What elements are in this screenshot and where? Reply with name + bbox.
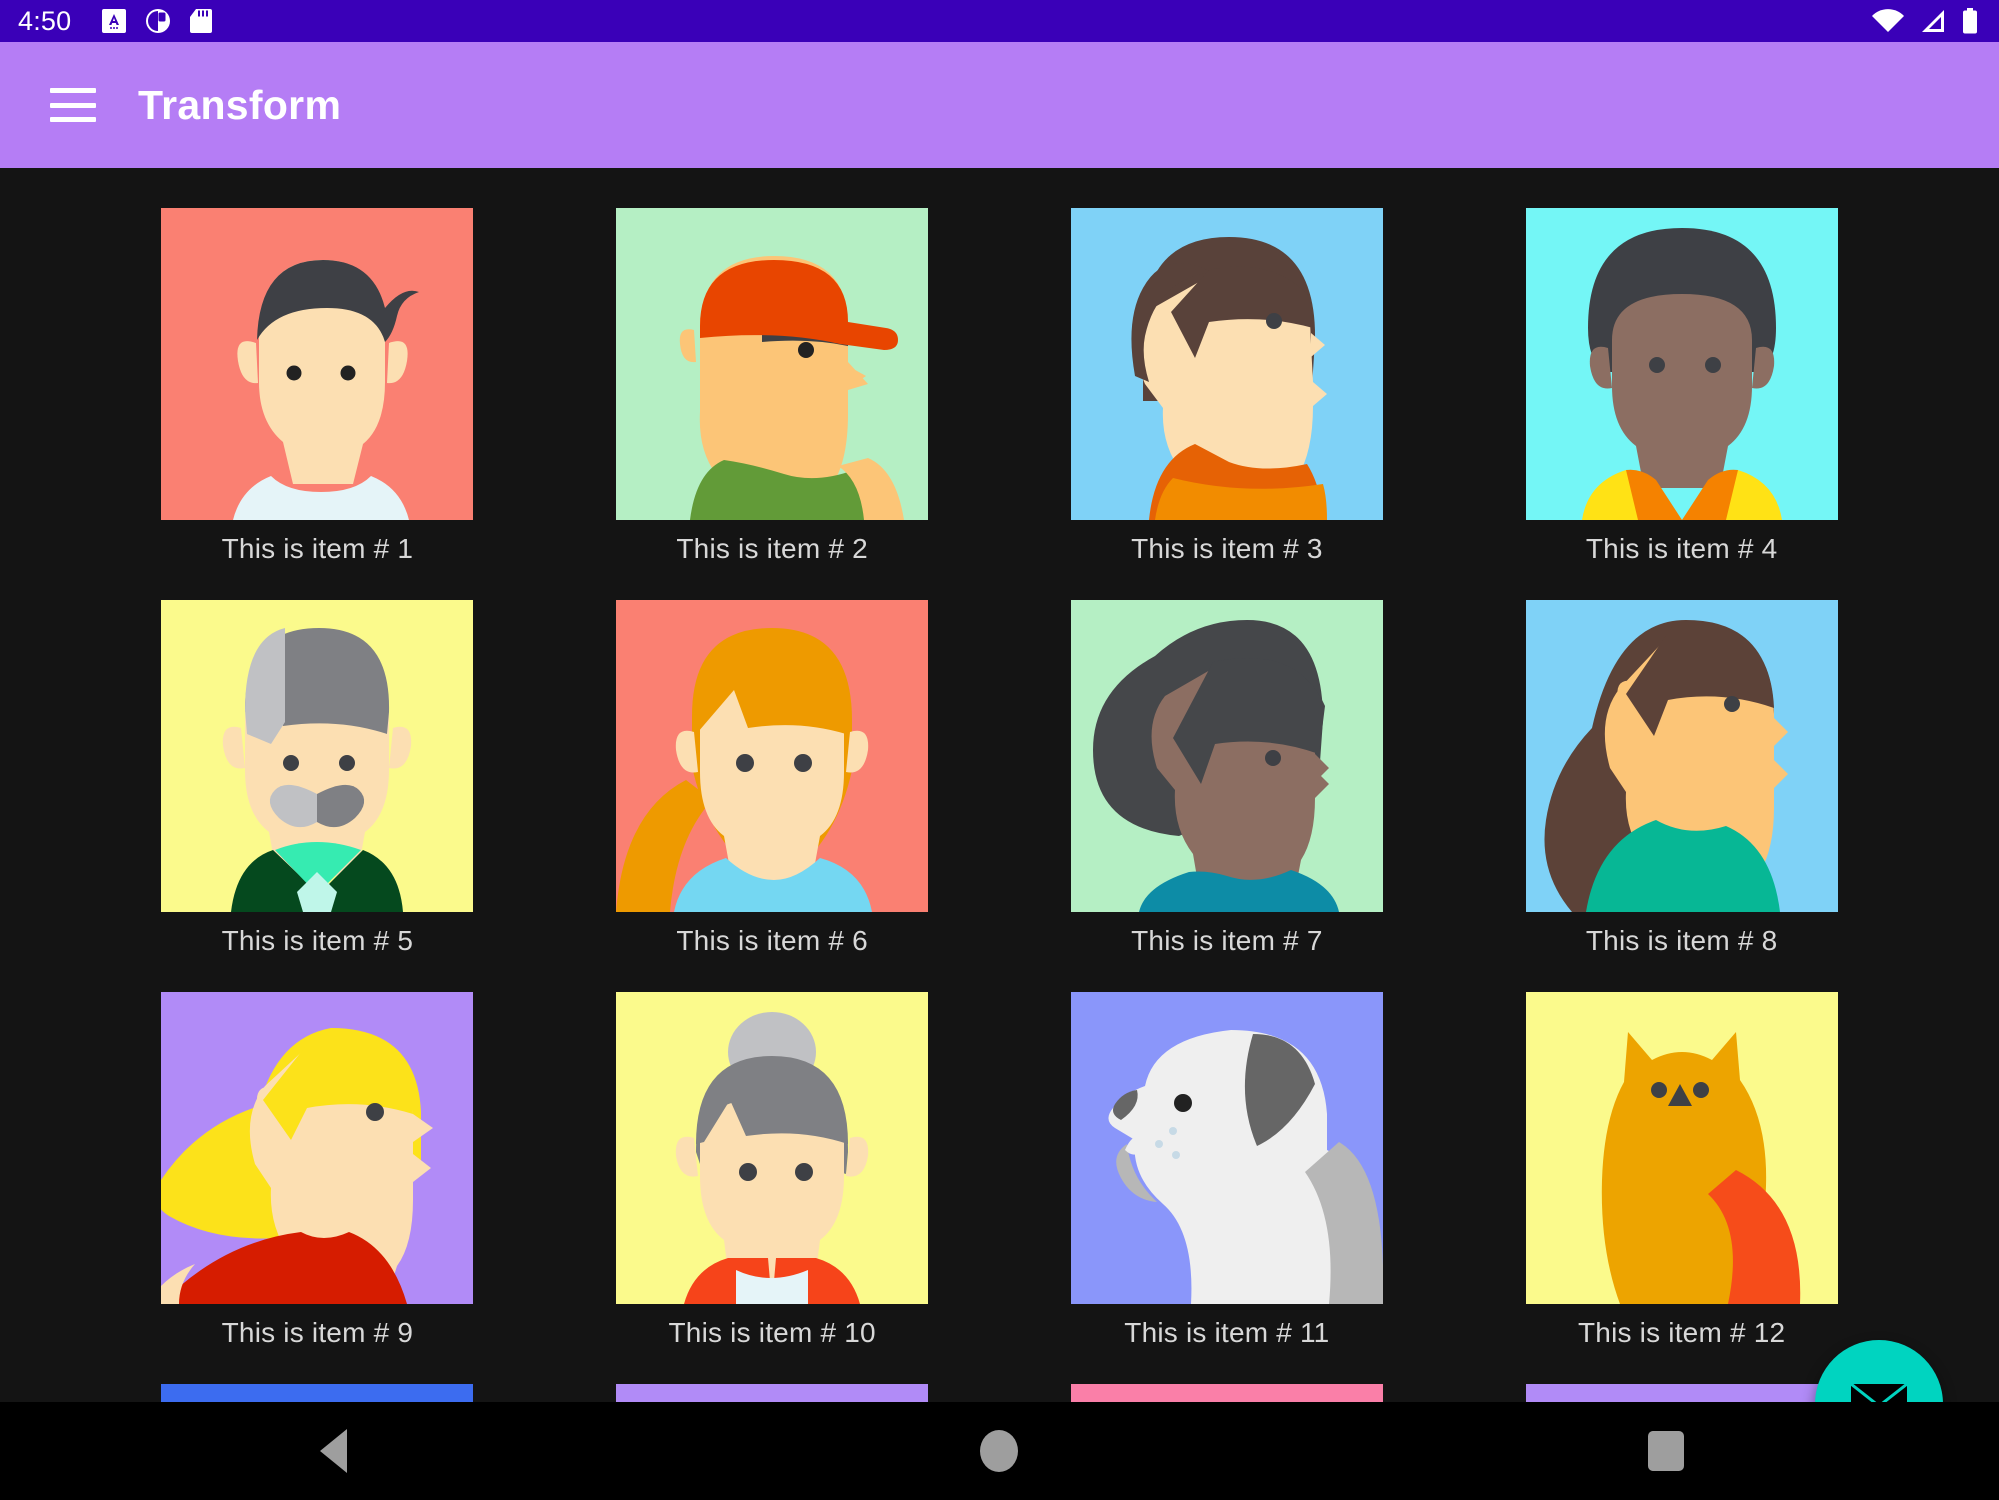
- grid-item-caption: This is item # 12: [1578, 1317, 1786, 1348]
- grid-item-caption: This is item # 3: [1131, 533, 1323, 564]
- avatar-orange-owl[interactable]: [1525, 992, 1838, 1304]
- grid-item[interactable]: This is item # 2: [545, 208, 1000, 565]
- wifi-icon: [1872, 9, 1904, 32]
- page-title: Transform: [138, 81, 342, 128]
- grid-item-caption: This is item # 6: [676, 925, 868, 956]
- avatar-partial-row-pink[interactable]: [1070, 1384, 1383, 1402]
- avatar-grid-scroll-container[interactable]: This is item # 1 This is item # 2 This i…: [0, 168, 1999, 1402]
- brightness-icon: [146, 9, 171, 33]
- status-notification-icons: [101, 8, 213, 34]
- status-system-icons: [1871, 7, 1979, 35]
- back-button[interactable]: [243, 1402, 423, 1500]
- avatar-woman-dark-afro-profile[interactable]: [1070, 600, 1383, 912]
- grid-item[interactable]: This is item # 7: [1000, 600, 1455, 957]
- grid-item[interactable]: This is item # 12: [1454, 992, 1909, 1349]
- avatar-woman-blonde-red-top[interactable]: [161, 992, 474, 1304]
- sd-card-icon: [190, 9, 213, 33]
- cell-signal-icon: [1922, 10, 1944, 32]
- circle-icon: [980, 1430, 1019, 1472]
- avatar-white-dog[interactable]: [1070, 992, 1383, 1304]
- avatar-partial-row-purple[interactable]: [616, 1384, 929, 1402]
- grid-item[interactable]: This is item # 5: [90, 600, 545, 957]
- hamburger-menu-icon[interactable]: [50, 88, 96, 122]
- status-time: 4:50: [18, 5, 72, 36]
- grid-item[interactable]: This is item # 3: [1000, 208, 1455, 565]
- avatar-man-orange-cap[interactable]: [616, 208, 929, 520]
- grid-item-caption: This is item # 2: [676, 533, 868, 564]
- grid-item-caption: This is item # 11: [1124, 1317, 1330, 1348]
- avatar-partial-row-purple-2[interactable]: [1525, 1384, 1838, 1402]
- status-bar: 4:50: [0, 0, 1999, 42]
- avatar-woman-long-brown-hair[interactable]: [1525, 600, 1838, 912]
- grid-item[interactable]: This is item # 9: [90, 992, 545, 1349]
- grid-item[interactable]: This is item # 4: [1454, 208, 1909, 565]
- grid-item-caption: This is item # 7: [1131, 925, 1323, 956]
- grid-item-caption: This is item # 8: [1585, 925, 1778, 956]
- android-navigation-bar: [0, 1402, 1999, 1500]
- battery-icon: [1963, 8, 1977, 34]
- grid-item[interactable]: [1000, 1384, 1455, 1402]
- recents-button[interactable]: [1576, 1402, 1756, 1500]
- app-bar: Transform: [0, 42, 1999, 168]
- grid-item[interactable]: This is item # 8: [1454, 600, 1909, 957]
- avatar-man-dark-quiff[interactable]: [161, 208, 474, 520]
- avatar-grid: This is item # 1 This is item # 2 This i…: [0, 168, 1999, 1402]
- android-device-screen: 4:50 Transform This is item # 1 This is …: [0, 0, 1999, 1500]
- avatar-woman-brown-bob[interactable]: [1070, 208, 1383, 520]
- grid-item[interactable]: [545, 1384, 1000, 1402]
- triangle-left-icon: [319, 1429, 347, 1473]
- screenshot-app-icon: [102, 9, 127, 33]
- square-icon: [1647, 1431, 1684, 1471]
- grid-item[interactable]: This is item # 1: [90, 208, 545, 565]
- grid-item-caption: This is item # 4: [1585, 533, 1778, 564]
- grid-item-caption: This is item # 10: [668, 1317, 876, 1348]
- grid-item-caption: This is item # 9: [221, 1317, 414, 1348]
- grid-item-caption: This is item # 5: [221, 925, 414, 956]
- grid-item[interactable]: This is item # 10: [545, 992, 1000, 1349]
- grid-item-caption: This is item # 1: [221, 533, 414, 564]
- avatar-older-man-mustache[interactable]: [161, 600, 474, 912]
- grid-item[interactable]: This is item # 11: [1000, 992, 1455, 1349]
- grid-item[interactable]: This is item # 6: [545, 600, 1000, 957]
- grid-item[interactable]: [90, 1384, 545, 1402]
- home-button[interactable]: [909, 1402, 1089, 1500]
- avatar-woman-ginger-hair[interactable]: [616, 600, 929, 912]
- avatar-older-woman-bun[interactable]: [616, 992, 929, 1304]
- avatar-partial-row-blue[interactable]: [161, 1384, 474, 1402]
- avatar-man-afro-yellow-shirt[interactable]: [1525, 208, 1838, 520]
